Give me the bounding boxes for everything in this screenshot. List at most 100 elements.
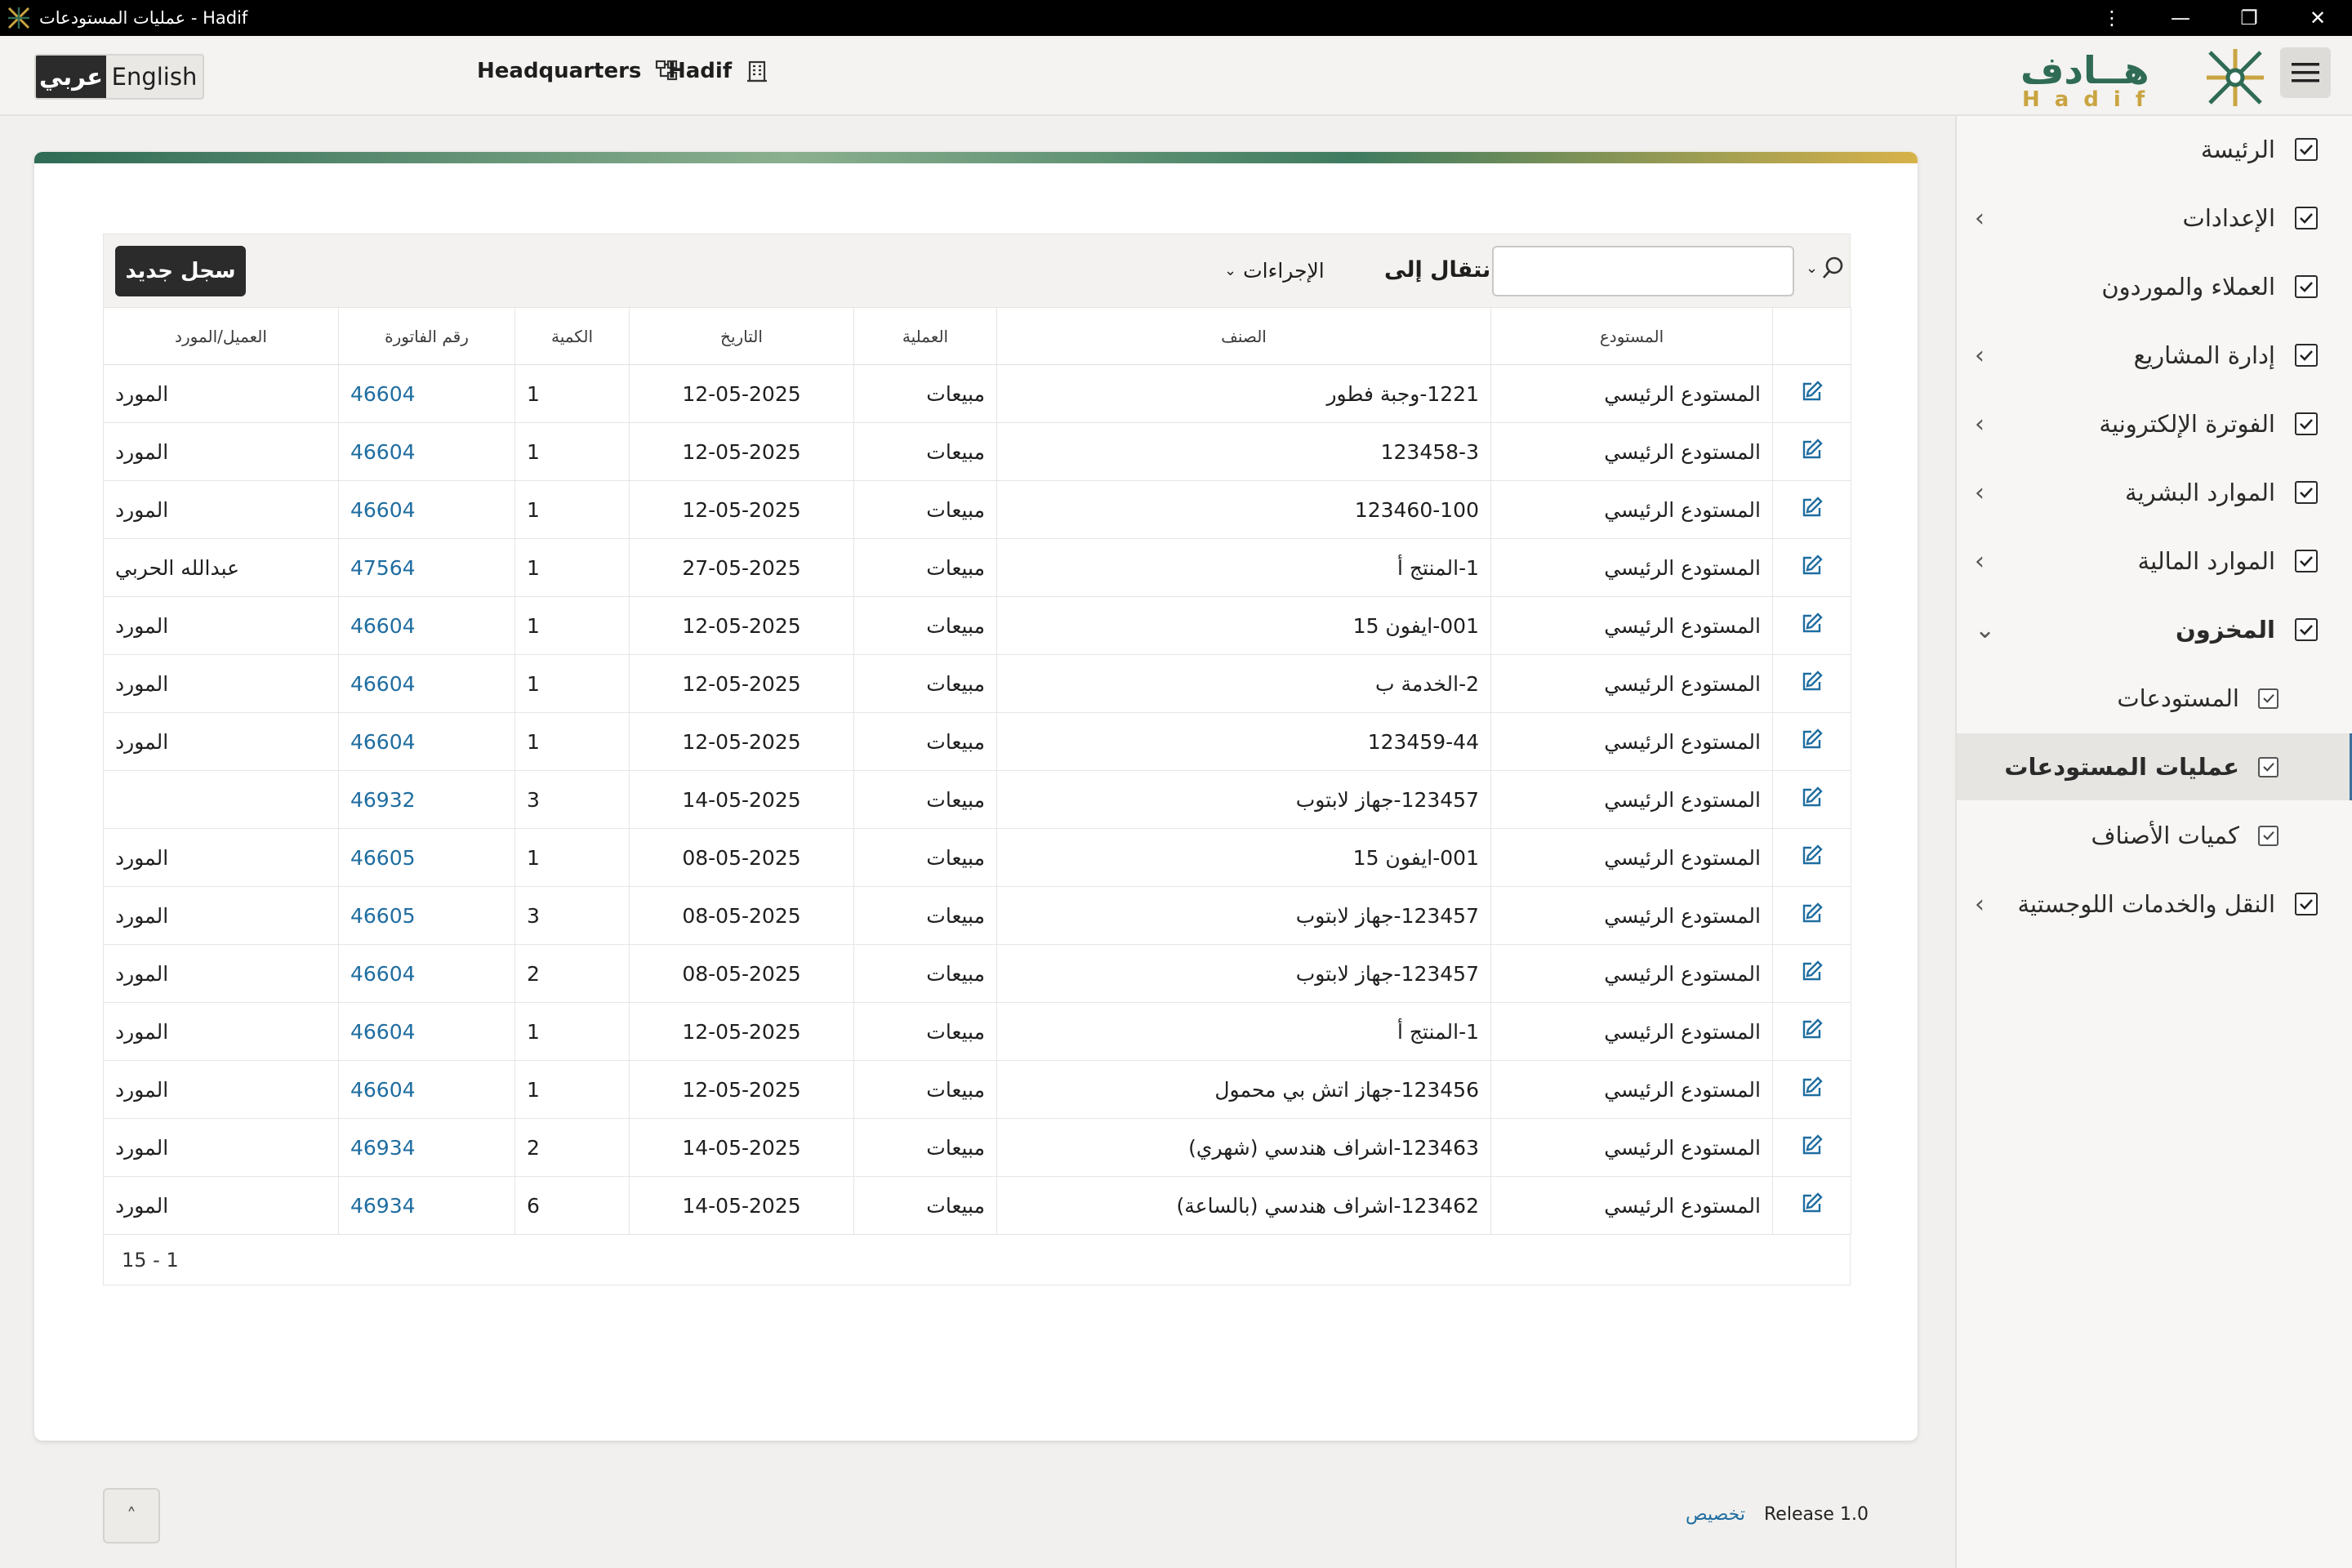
restore-icon[interactable]: ❐ — [2215, 0, 2283, 36]
invoice-link[interactable]: 46604 — [338, 1002, 515, 1061]
edit-cell[interactable] — [1772, 770, 1851, 829]
column-header[interactable]: التاريخ — [629, 307, 854, 365]
quantity-cell: 1 — [514, 364, 630, 423]
operation-cell: مبيعات — [853, 1002, 997, 1061]
branch-selector[interactable]: Headquarters — [477, 59, 679, 83]
search-column-button[interactable]: ⌄ — [1806, 256, 1846, 280]
edit-cell[interactable] — [1772, 654, 1851, 713]
invoice-link[interactable]: 46604 — [338, 654, 515, 713]
edit-cell[interactable] — [1772, 480, 1851, 539]
table-row: المستودع الرئيسي 1-المنتج أ مبيعات 27-05-20… — [103, 538, 1851, 597]
operation-cell: مبيعات — [853, 654, 997, 713]
sidebar-item-warehouse-operations[interactable]: عمليات المستودعات — [1957, 733, 2352, 800]
edit-icon[interactable] — [1801, 496, 1824, 519]
column-header[interactable]: العميل/المورد — [103, 307, 339, 365]
sidebar-item-inventory[interactable]: ⌄ المخزون — [1957, 596, 2352, 663]
edit-cell[interactable] — [1772, 1176, 1851, 1235]
sidebar-item-settings[interactable]: ‹ الإعدادات — [1957, 185, 2352, 252]
edit-cell[interactable] — [1772, 364, 1851, 423]
column-header[interactable]: الصنف — [996, 307, 1491, 365]
sidebar-item-home[interactable]: الرئيسة — [1957, 116, 2352, 183]
edit-icon[interactable] — [1801, 1018, 1824, 1040]
quantity-cell: 1 — [514, 1060, 630, 1119]
warehouse-cell: المستودع الرئيسي — [1490, 712, 1773, 771]
sidebar-item-logistics[interactable]: ‹ النقل والخدمات اللوجستية — [1957, 871, 2352, 938]
invoice-link[interactable]: 46604 — [338, 422, 515, 481]
logo-arabic-text: هــادف — [2020, 48, 2149, 92]
invoice-link[interactable]: 46604 — [338, 364, 515, 423]
invoice-link[interactable]: 46604 — [338, 596, 515, 655]
sidebar-item-hr[interactable]: ‹ الموارد البشرية — [1957, 459, 2352, 526]
table-row: المستودع الرئيسي 123463-اشراف هندسي (شهري… — [103, 1118, 1851, 1177]
sidebar-item-label: كميات الأصناف — [2091, 822, 2239, 849]
sidebar-item-customers-suppliers[interactable]: العملاء والموردون — [1957, 253, 2352, 320]
more-options-icon[interactable]: ⋮ — [2078, 0, 2146, 36]
lang-arabic-button[interactable]: عربي — [36, 56, 106, 98]
invoice-link[interactable]: 46605 — [338, 828, 515, 887]
invoice-link[interactable]: 47564 — [338, 538, 515, 597]
edit-icon[interactable] — [1801, 380, 1824, 403]
edit-cell[interactable] — [1772, 886, 1851, 945]
edit-icon[interactable] — [1801, 438, 1824, 461]
edit-cell[interactable] — [1772, 538, 1851, 597]
warehouse-cell: المستودع الرئيسي — [1490, 886, 1773, 945]
company-selector[interactable]: Hadif — [668, 59, 769, 83]
edit-icon[interactable] — [1801, 786, 1824, 808]
column-header[interactable]: العملية — [853, 307, 997, 365]
warehouse-cell: المستودع الرئيسي — [1490, 654, 1773, 713]
lang-english-button[interactable]: English — [106, 56, 203, 98]
column-header[interactable]: رقم الفاتورة — [338, 307, 515, 365]
customize-link[interactable]: تخصيص — [1686, 1504, 1745, 1525]
sidebar-item-projects[interactable]: ‹ إدارة المشاريع — [1957, 322, 2352, 389]
edit-icon[interactable] — [1801, 1076, 1824, 1098]
edit-cell[interactable] — [1772, 1118, 1851, 1177]
invoice-link[interactable]: 46934 — [338, 1118, 515, 1177]
item-cell: 123456-جهاز اتش بي محمول — [996, 1060, 1491, 1119]
edit-icon[interactable] — [1801, 960, 1824, 982]
actions-menu-button[interactable]: ⌄ الإجراءات — [1224, 259, 1325, 283]
edit-icon[interactable] — [1801, 1134, 1824, 1156]
hadif-logo: هــادف Hadif — [2017, 44, 2270, 112]
edit-cell[interactable] — [1772, 1060, 1851, 1119]
invoice-link[interactable]: 46604 — [338, 1060, 515, 1119]
sidebar-item-warehouses[interactable]: المستودعات — [1957, 665, 2352, 732]
edit-icon[interactable] — [1801, 844, 1824, 866]
hamburger-menu-button[interactable] — [2280, 47, 2331, 98]
edit-icon[interactable] — [1801, 612, 1824, 635]
edit-cell[interactable] — [1772, 712, 1851, 771]
invoice-link[interactable]: 46604 — [338, 712, 515, 771]
invoice-link[interactable]: 46604 — [338, 944, 515, 1003]
actions-label: الإجراءات — [1243, 259, 1325, 283]
edit-icon[interactable] — [1801, 1192, 1824, 1214]
edit-cell[interactable] — [1772, 596, 1851, 655]
edit-cell[interactable] — [1772, 828, 1851, 887]
sidebar-item-e-invoicing[interactable]: ‹ الفوترة الإلكترونية — [1957, 390, 2352, 457]
invoice-link[interactable]: 46604 — [338, 480, 515, 539]
invoice-link[interactable]: 46605 — [338, 886, 515, 945]
edit-cell[interactable] — [1772, 1002, 1851, 1061]
quantity-cell: 1 — [514, 654, 630, 713]
edit-icon[interactable] — [1801, 902, 1824, 924]
sidebar-item-finance[interactable]: ‹ الموارد المالية — [1957, 528, 2352, 595]
decorative-banner — [34, 152, 1918, 163]
edit-icon[interactable] — [1801, 670, 1824, 693]
table-row: المستودع الرئيسي 123458-3 مبيعات 12-05-2025… — [103, 422, 1851, 481]
search-icon — [1823, 256, 1843, 278]
operation-cell: مبيعات — [853, 886, 997, 945]
invoice-link[interactable]: 46932 — [338, 770, 515, 829]
invoice-link[interactable]: 46934 — [338, 1176, 515, 1235]
minimize-icon[interactable]: — — [2146, 0, 2215, 36]
new-record-button[interactable]: سجل جديد — [115, 246, 246, 296]
column-header[interactable]: الكمية — [514, 307, 630, 365]
branch-label: Headquarters — [477, 59, 642, 83]
close-icon[interactable]: ✕ — [2283, 0, 2352, 36]
edit-icon[interactable] — [1801, 728, 1824, 751]
sidebar-item-item-quantities[interactable]: كميات الأصناف — [1957, 802, 2352, 869]
column-header[interactable]: المستودع — [1490, 307, 1773, 365]
edit-cell[interactable] — [1772, 422, 1851, 481]
edit-cell[interactable] — [1772, 944, 1851, 1003]
edit-icon[interactable] — [1801, 554, 1824, 577]
search-input[interactable] — [1492, 246, 1794, 296]
date-cell: 14-05-2025 — [629, 1118, 854, 1177]
scroll-to-top-button[interactable]: ˄ — [103, 1488, 160, 1544]
